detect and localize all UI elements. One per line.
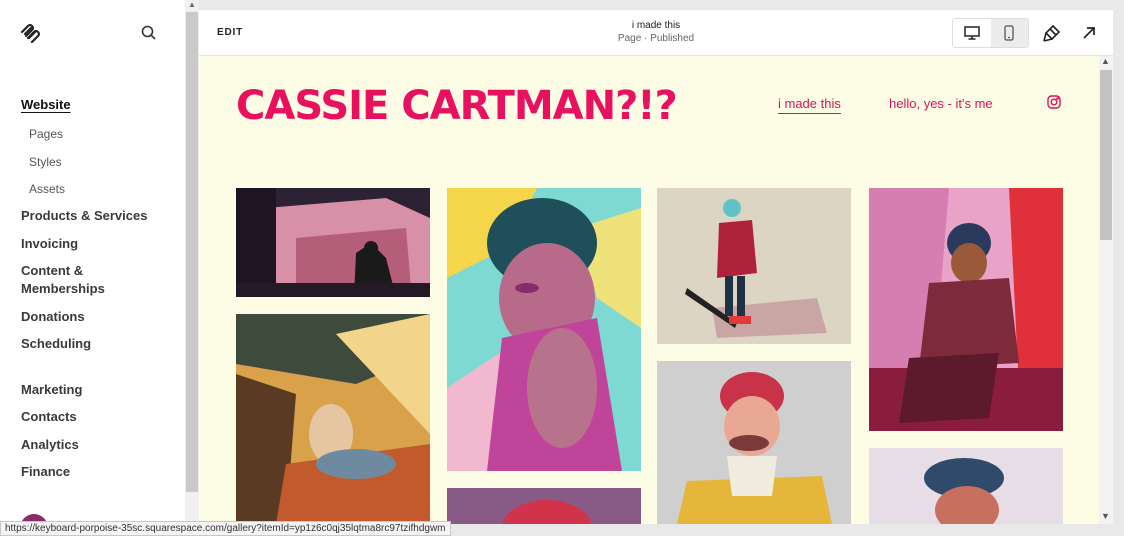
desktop-icon <box>964 26 980 40</box>
sidebar-item-content-memberships-line2[interactable]: Memberships <box>21 280 105 297</box>
external-arrow-icon <box>1083 27 1095 39</box>
gallery-image-smoking-man[interactable] <box>657 361 851 524</box>
sidebar-item-analytics[interactable]: Analytics <box>21 436 79 453</box>
mobile-view-button[interactable] <box>990 19 1028 47</box>
site-nav-i-made-this[interactable]: i made this <box>778 96 841 114</box>
gallery-image-pompadour-man[interactable] <box>869 448 1063 524</box>
open-site-button[interactable] <box>1079 23 1099 43</box>
scroll-up-arrow-icon[interactable]: ▲ <box>188 0 196 9</box>
site-title[interactable]: CASSIE CARTMAN?!? <box>236 83 678 129</box>
gallery-image-woman-portrait[interactable] <box>447 188 641 471</box>
site-nav-hello[interactable]: hello, yes - it's me <box>889 96 993 111</box>
preview-scrollbar[interactable]: ▲ ▼ <box>1099 56 1113 524</box>
sidebar-item-pages[interactable]: Pages <box>21 126 63 142</box>
sidebar-scrollbar[interactable]: ▲ <box>185 0 199 536</box>
app-window: Website Pages Styles Assets Products & S… <box>0 0 1124 536</box>
scroll-up-icon[interactable]: ▲ <box>1101 56 1110 66</box>
search-icon[interactable] <box>140 24 158 42</box>
site-preview: CASSIE CARTMAN?!? i made this hello, yes… <box>199 56 1099 524</box>
mobile-icon <box>1004 25 1014 41</box>
sidebar-scroll-thumb[interactable] <box>186 12 198 492</box>
sidebar-item-products-services[interactable]: Products & Services <box>21 207 147 224</box>
sidebar-item-scheduling[interactable]: Scheduling <box>21 335 91 352</box>
squarespace-logo-icon[interactable] <box>19 23 41 44</box>
sidebar-item-donations[interactable]: Donations <box>21 308 85 325</box>
gallery-image-cat-window[interactable] <box>236 188 430 297</box>
sidebar-item-styles[interactable]: Styles <box>21 154 62 170</box>
brush-icon <box>1043 24 1061 42</box>
status-bar-url: https://keyboard-porpoise-35sc.squarespa… <box>0 521 451 536</box>
desktop-view-button[interactable] <box>953 19 991 47</box>
sidebar-item-website[interactable]: Website <box>21 96 71 113</box>
gallery-image-red-hat[interactable] <box>447 488 641 524</box>
editor-topbar: EDIT i made this Page · Published <box>199 10 1113 56</box>
scroll-down-icon[interactable]: ▼ <box>1101 511 1110 521</box>
sidebar-item-invoicing[interactable]: Invoicing <box>21 235 78 252</box>
sidebar-item-content-memberships-line1[interactable]: Content & <box>21 262 83 279</box>
gallery-image-skateboarder[interactable] <box>657 188 851 344</box>
gallery-image-workshop-man[interactable] <box>869 188 1063 431</box>
sidebar-item-finance[interactable]: Finance <box>21 463 70 480</box>
preview-scroll-thumb[interactable] <box>1100 70 1112 240</box>
sidebar-item-assets[interactable]: Assets <box>21 181 65 197</box>
instagram-icon[interactable] <box>1047 95 1061 109</box>
design-brush-button[interactable] <box>1042 23 1062 43</box>
sidebar-item-contacts[interactable]: Contacts <box>21 408 77 425</box>
device-view-toggle <box>952 18 1029 48</box>
sidebar-item-marketing[interactable]: Marketing <box>21 381 82 398</box>
sidebar: Website Pages Styles Assets Products & S… <box>0 0 185 536</box>
gallery-image-forest-girl[interactable] <box>236 314 430 524</box>
